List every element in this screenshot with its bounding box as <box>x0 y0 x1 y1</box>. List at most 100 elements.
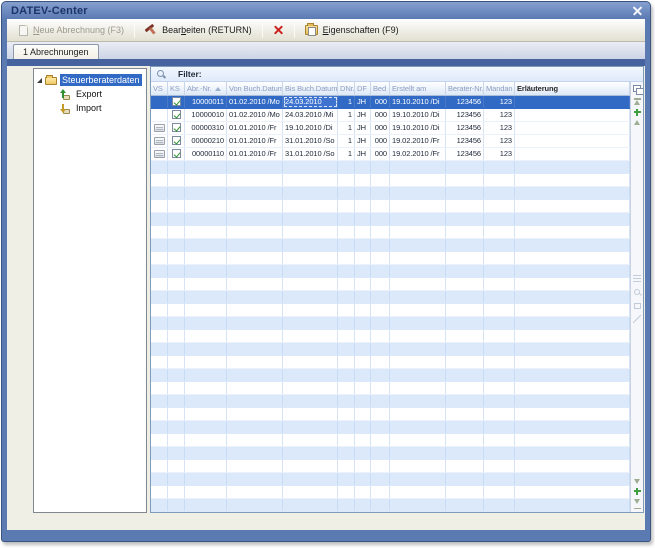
column-header-von[interactable]: Von Buch.Datum <box>227 82 283 96</box>
new-abrechnung-button[interactable]: Neue Abrechnung (F3) <box>12 20 131 40</box>
cell-abr_nr[interactable]: 10000011 <box>185 96 227 108</box>
table-row[interactable]: 0000031001.01.2010 /Fr19.10.2010 /Di1JH0… <box>151 122 630 135</box>
cell-bed[interactable]: 000 <box>371 122 390 134</box>
column-header-df[interactable]: DF <box>355 82 371 96</box>
cell-erstellt[interactable]: 19.10.2010 /Di <box>390 96 446 108</box>
column-header-mandant[interactable]: Mandan <box>484 82 515 96</box>
column-header-berater[interactable]: Berater-Nr. <box>446 82 484 96</box>
cell-berater[interactable]: 123456 <box>446 122 484 134</box>
cell-bis[interactable]: 31.01.2010 /So <box>283 135 338 147</box>
cell-erl[interactable] <box>515 109 630 121</box>
cell-bed[interactable]: 000 <box>371 96 390 108</box>
cell-dnr[interactable]: 1 <box>338 122 355 134</box>
cell-abr_nr[interactable]: 10000010 <box>185 109 227 121</box>
cell-ks[interactable] <box>168 135 185 147</box>
cell-ks[interactable] <box>168 109 185 121</box>
cell-bed[interactable]: 000 <box>371 135 390 147</box>
tree-import-label[interactable]: Import <box>74 102 104 114</box>
cell-erstellt[interactable]: 19.10.2010 /Di <box>390 109 446 121</box>
tree-expander-icon[interactable] <box>37 78 42 83</box>
cell-dnr[interactable]: 1 <box>338 109 355 121</box>
cell-bed[interactable]: 000 <box>371 109 390 121</box>
cell-erl[interactable] <box>515 148 630 160</box>
add-row-bottom-icon[interactable] <box>634 488 641 495</box>
cell-dnr[interactable]: 1 <box>338 135 355 147</box>
cell-erstellt[interactable]: 19.02.2010 /Fr <box>390 135 446 147</box>
search-icon[interactable] <box>156 69 166 79</box>
cell-mandant[interactable]: 123 <box>484 148 515 160</box>
grid-options-icon[interactable] <box>634 303 641 309</box>
column-header-erstellt[interactable]: Erstellt am <box>390 82 446 96</box>
tree-item-steuerberaterdaten[interactable]: Steuerberaterdaten <box>34 73 146 87</box>
cell-dnr[interactable]: 1 <box>338 148 355 160</box>
cell-bis[interactable]: 19.10.2010 /Di <box>283 122 338 134</box>
column-header-abr_nr[interactable]: Abr.-Nr. <box>185 82 227 96</box>
cell-erl[interactable] <box>515 122 630 134</box>
cell-bis[interactable]: 24.03.2010 <box>283 96 338 108</box>
column-header-dnr[interactable]: DNr. <box>338 82 355 96</box>
column-header-bed[interactable]: Bed <box>371 82 390 96</box>
scroll-up-icon[interactable] <box>634 100 640 105</box>
cell-erstellt[interactable]: 19.02.2010 /Fr <box>390 148 446 160</box>
bearbeiten-button[interactable]: Bearbeiten (RETURN) <box>138 20 259 40</box>
page-down-icon[interactable] <box>634 479 640 484</box>
list-view-icon[interactable] <box>633 275 641 282</box>
cell-mandant[interactable]: 123 <box>484 96 515 108</box>
column-header-erl[interactable]: Erläuterung <box>515 82 630 96</box>
cell-erstellt[interactable]: 19.10.2010 /Di <box>390 122 446 134</box>
column-chooser-icon[interactable] <box>633 85 642 93</box>
table-row[interactable]: 1000001001.02.2010 /Mo24.03.2010 /Mi1JH0… <box>151 109 630 122</box>
eigenschaften-button[interactable]: Eigenschaften (F9) <box>298 20 406 40</box>
cell-dnr[interactable]: 1 <box>338 96 355 108</box>
cell-von[interactable]: 01.02.2010 /Mo <box>227 109 283 121</box>
cell-erl[interactable] <box>515 135 630 147</box>
cell-mandant[interactable]: 123 <box>484 109 515 121</box>
cell-berater[interactable]: 123456 <box>446 135 484 147</box>
cell-bis[interactable]: 31.01.2010 /So <box>283 148 338 160</box>
tab-abrechnungen[interactable]: 1 Abrechnungen <box>13 44 99 59</box>
cell-von[interactable]: 01.01.2010 /Fr <box>227 148 283 160</box>
delete-button[interactable] <box>266 20 291 40</box>
cell-vs[interactable] <box>151 109 168 121</box>
cell-df[interactable]: JH <box>355 109 371 121</box>
cell-ks[interactable] <box>168 148 185 160</box>
scroll-down-icon[interactable] <box>634 499 640 504</box>
cell-berater[interactable]: 123456 <box>446 96 484 108</box>
add-row-icon[interactable] <box>634 109 641 116</box>
cell-df[interactable]: JH <box>355 148 371 160</box>
zoom-icon[interactable] <box>633 288 642 297</box>
cell-df[interactable]: JH <box>355 96 371 108</box>
cell-vs[interactable] <box>151 96 168 108</box>
cell-abr_nr[interactable]: 00000310 <box>185 122 227 134</box>
tree-item-import[interactable]: Import <box>34 101 146 115</box>
cell-mandant[interactable]: 123 <box>484 135 515 147</box>
cell-berater[interactable]: 123456 <box>446 148 484 160</box>
cell-bed[interactable]: 000 <box>371 148 390 160</box>
cell-vs[interactable] <box>151 135 168 147</box>
cell-ks[interactable] <box>168 96 185 108</box>
cell-erl[interactable] <box>515 96 630 108</box>
tree-item-export[interactable]: Export <box>34 87 146 101</box>
tree-export-label[interactable]: Export <box>74 88 104 100</box>
cell-von[interactable]: 01.02.2010 /Mo <box>227 96 283 108</box>
cell-berater[interactable]: 123456 <box>446 109 484 121</box>
close-icon[interactable] <box>633 6 642 15</box>
cell-abr_nr[interactable]: 00000210 <box>185 135 227 147</box>
table-row[interactable]: 1000001101.02.2010 /Mo24.03.20101JH00019… <box>151 96 630 109</box>
cell-von[interactable]: 01.01.2010 /Fr <box>227 135 283 147</box>
cell-vs[interactable] <box>151 148 168 160</box>
column-header-vs[interactable]: VS <box>151 82 168 96</box>
cell-vs[interactable] <box>151 122 168 134</box>
column-header-ks[interactable]: KS <box>168 82 185 96</box>
scroll-to-bottom-icon[interactable] <box>634 508 641 510</box>
cell-bis[interactable]: 24.03.2010 /Mi <box>283 109 338 121</box>
cell-abr_nr[interactable]: 00000110 <box>185 148 227 160</box>
cell-df[interactable]: JH <box>355 135 371 147</box>
scale-icon[interactable] <box>633 315 641 323</box>
cell-ks[interactable] <box>168 122 185 134</box>
table-row[interactable]: 0000021001.01.2010 /Fr31.01.2010 /So1JH0… <box>151 135 630 148</box>
cell-df[interactable]: JH <box>355 122 371 134</box>
cell-mandant[interactable]: 123 <box>484 122 515 134</box>
tree-root-label[interactable]: Steuerberaterdaten <box>60 74 142 86</box>
table-row[interactable]: 0000011001.01.2010 /Fr31.01.2010 /So1JH0… <box>151 148 630 161</box>
